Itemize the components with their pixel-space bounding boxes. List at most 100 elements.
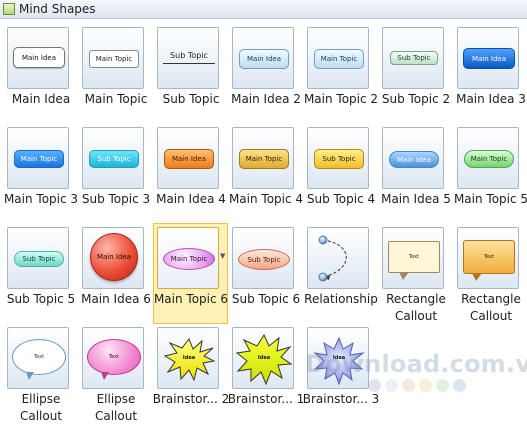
- rectangle-callout-2-shape-text: Text: [463, 240, 515, 274]
- main-idea-6-thumbnail: Main Idea: [82, 227, 144, 289]
- sub-topic-3-thumbnail: Sub Topic: [82, 127, 144, 189]
- main-topic-5-thumbnail: Main Topic: [457, 127, 519, 189]
- rectangle-callout-1-thumbnail: Text: [382, 227, 444, 289]
- main-idea-shape-text: Main Idea: [13, 47, 65, 68]
- main-idea-2-thumbnail: Main Idea: [232, 27, 294, 89]
- ellipse-callout-2-shape-text: Text: [87, 339, 141, 375]
- shape-sub-topic-6[interactable]: Sub Topic Sub Topic 6: [229, 224, 304, 324]
- watermark-dots: [368, 379, 466, 392]
- shape-label: Main Topic 3: [3, 192, 79, 206]
- shape-main-idea-6[interactable]: Main Idea Main Idea 6: [79, 224, 154, 324]
- shape-label: Sub Topic 4: [306, 192, 376, 206]
- main-topic-3-shape-text: Main Topic: [14, 150, 64, 168]
- shape-main-topic[interactable]: Main Topic Main Topic: [79, 24, 154, 124]
- main-idea-3-thumbnail: Main Idea: [457, 27, 519, 89]
- callout-tail-icon: [26, 372, 34, 380]
- brainstorm-2-thumbnail: Idea: [157, 327, 219, 389]
- panel-title: Mind Shapes: [19, 2, 96, 16]
- shape-brainstorm-2[interactable]: Idea Brainstor... 2: [152, 324, 230, 424]
- brainstorm-1-thumbnail: Idea: [232, 327, 294, 389]
- main-topic-4-thumbnail: Main Topic: [232, 127, 294, 189]
- shape-rectangle-callout-2[interactable]: Text Rectangle Callout: [454, 224, 527, 324]
- watermark-dot: [402, 379, 415, 392]
- sub-topic-5-shape-text: Sub Topic: [14, 251, 64, 267]
- callout-tail-icon: [399, 272, 409, 280]
- shape-label: Main Idea 5: [381, 192, 451, 206]
- shape-main-topic-4[interactable]: Main Topic Main Topic 4: [229, 124, 304, 224]
- shape-sub-topic-4[interactable]: Sub Topic Sub Topic 4: [304, 124, 379, 224]
- main-idea-5-shape-text: Main Idea: [389, 151, 439, 168]
- shape-main-topic-3[interactable]: Main Topic Main Topic 3: [4, 124, 79, 224]
- watermark-dot: [436, 379, 449, 392]
- dropdown-arrow-icon[interactable]: ▼: [220, 252, 225, 260]
- sub-topic-2-thumbnail: Sub Topic: [382, 27, 444, 89]
- sub-topic-thumbnail: Sub Topic: [157, 27, 219, 89]
- sub-topic-6-shape-text: Sub Topic: [238, 249, 290, 270]
- shape-label: Main Idea 6: [81, 292, 151, 306]
- shape-label: Main Topic 5: [453, 192, 527, 206]
- shape-sub-topic-3[interactable]: Sub Topic Sub Topic 3: [79, 124, 154, 224]
- sub-topic-5-thumbnail: Sub Topic: [7, 227, 69, 289]
- shape-main-topic-6[interactable]: Main Topic ▼ Main Topic 6: [153, 223, 228, 324]
- main-topic-2-thumbnail: Main Topic: [307, 27, 369, 89]
- shape-ellipse-callout-1[interactable]: Text Ellipse Callout: [4, 324, 79, 424]
- shape-relationship[interactable]: Relationship: [304, 224, 379, 324]
- shape-label: Brainstor... 3: [302, 392, 380, 406]
- shape-main-topic-2[interactable]: Main Topic Main Topic 2: [304, 24, 379, 124]
- ellipse-callout-1-thumbnail: Text: [7, 327, 69, 389]
- shape-label: Rectangle Callout: [386, 292, 446, 323]
- main-idea-5-thumbnail: Main Idea: [382, 127, 444, 189]
- shape-rectangle-callout-1[interactable]: Text Rectangle Callout: [379, 224, 454, 324]
- main-topic-3-thumbnail: Main Topic: [7, 127, 69, 189]
- shape-label: Sub Topic 6: [231, 292, 301, 306]
- relationship-icon: [318, 235, 347, 282]
- rectangle-callout-1-shape-text: Text: [388, 241, 440, 273]
- shape-label: Relationship: [304, 292, 378, 306]
- shape-main-idea[interactable]: Main Idea Main Idea: [4, 24, 79, 124]
- shape-main-idea-2[interactable]: Main Idea Main Idea 2: [229, 24, 304, 124]
- main-topic-shape-text: Main Topic: [89, 50, 139, 68]
- relationship-thumbnail: [307, 227, 369, 289]
- sub-topic-6-thumbnail: Sub Topic: [232, 227, 294, 289]
- main-idea-3-shape-text: Main Idea: [463, 48, 515, 69]
- ellipse-callout-2-thumbnail: Text: [82, 327, 144, 389]
- shape-main-topic-5[interactable]: Main Topic Main Topic 5: [454, 124, 527, 224]
- shape-sub-topic-5[interactable]: Sub Topic Sub Topic 5: [4, 224, 79, 324]
- ellipse-callout-1-shape-text: Text: [12, 339, 66, 375]
- shape-ellipse-callout-2[interactable]: Text Ellipse Callout: [79, 324, 154, 424]
- shape-label: Main Idea: [11, 92, 71, 106]
- shape-label: Main Idea 3: [456, 92, 526, 106]
- main-idea-thumbnail: Main Idea: [7, 27, 69, 89]
- shape-main-idea-5[interactable]: Main Idea Main Idea 5: [379, 124, 454, 224]
- sub-topic-shape-text: Sub Topic: [163, 48, 215, 64]
- sub-topic-4-thumbnail: Sub Topic: [307, 127, 369, 189]
- rectangle-callout-2-thumbnail: Text: [457, 227, 519, 289]
- main-topic-2-shape-text: Main Topic: [314, 49, 364, 69]
- shape-label: Ellipse Callout: [94, 392, 138, 423]
- shape-sub-topic-2[interactable]: Sub Topic Sub Topic 2: [379, 24, 454, 124]
- main-idea-4-thumbnail: Main Idea: [157, 127, 219, 189]
- shape-main-idea-3[interactable]: Main Idea Main Idea 3: [454, 24, 527, 124]
- shape-label: Main Topic: [84, 92, 148, 106]
- shape-label: Sub Topic: [162, 92, 220, 106]
- brainstorm-2-shape-text: Idea: [182, 355, 196, 361]
- shape-label: Sub Topic 2: [381, 92, 451, 106]
- shape-label: Brainstor... 2: [152, 392, 230, 406]
- shape-sub-topic[interactable]: Sub Topic Sub Topic: [154, 24, 229, 124]
- watermark-text: Download.com.vn: [305, 350, 527, 378]
- brainstorm-1-shape-text: Idea: [257, 355, 271, 361]
- main-idea-4-shape-text: Main Idea: [164, 149, 214, 169]
- callout-tail-icon: [101, 372, 109, 380]
- main-idea-6-shape-text: Main Idea: [90, 233, 138, 281]
- main-topic-4-shape-text: Main Topic: [239, 149, 289, 169]
- mind-shapes-panel: Mind Shapes Main Idea Main Idea Main Top…: [0, 0, 527, 427]
- shape-label: Main Topic 2: [303, 92, 379, 106]
- watermark-dot: [453, 379, 466, 392]
- shape-main-idea-4[interactable]: Main Idea Main Idea 4: [154, 124, 229, 224]
- main-idea-2-shape-text: Main Idea: [239, 49, 289, 69]
- shape-label: Ellipse Callout: [19, 392, 63, 423]
- shape-brainstorm-1[interactable]: Idea Brainstor... 1: [228, 324, 304, 424]
- watermark-dot: [419, 379, 432, 392]
- shape-label: Main Topic 6: [153, 292, 229, 306]
- watermark-dot: [385, 379, 398, 392]
